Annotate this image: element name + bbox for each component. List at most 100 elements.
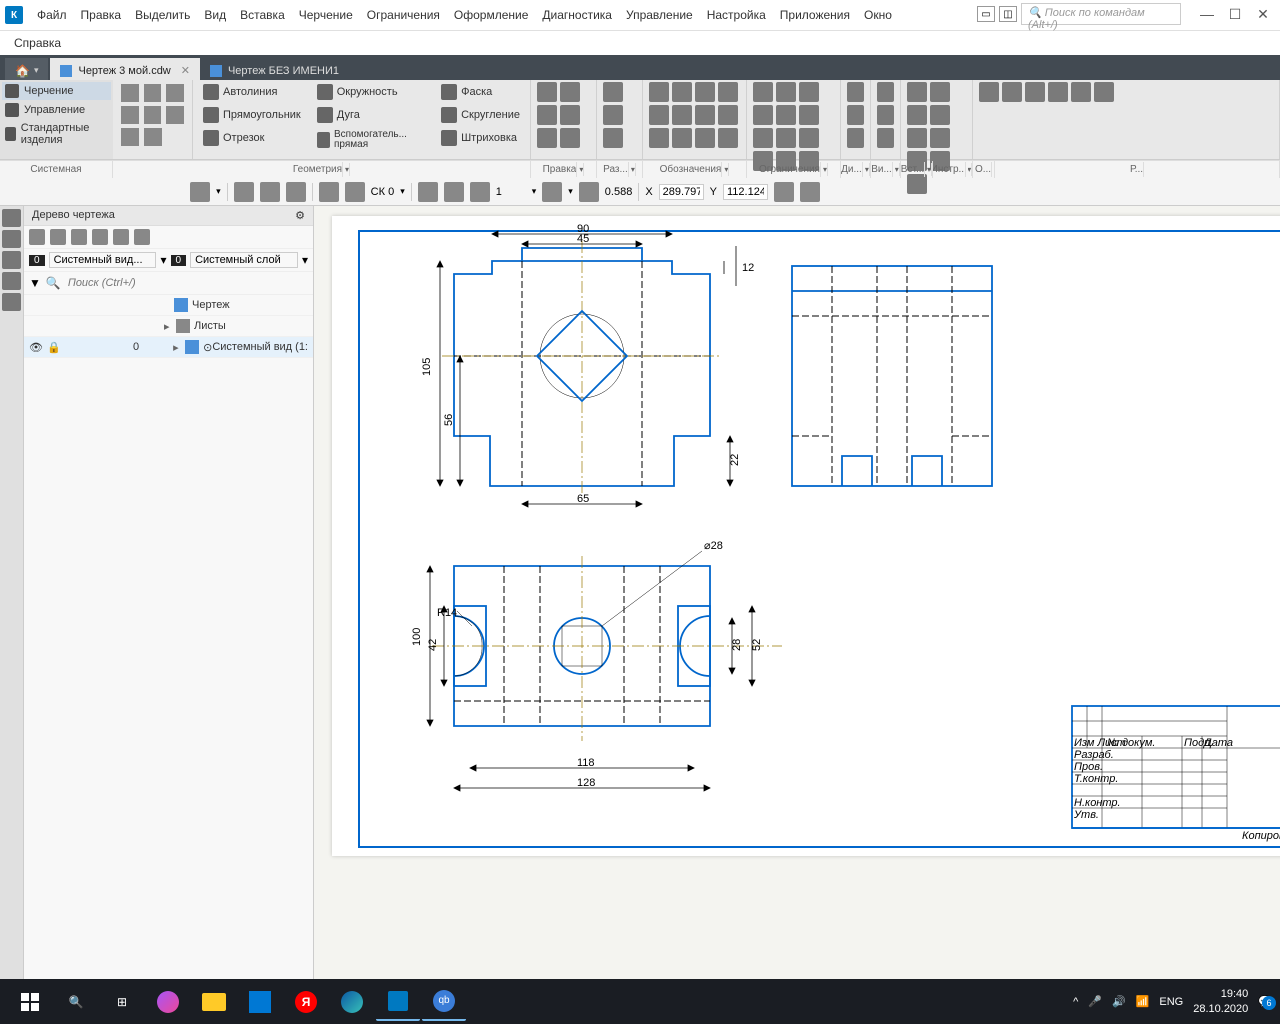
menu-file[interactable]: Файл [31, 4, 73, 26]
tool-rect[interactable]: Прямоугольник [199, 105, 305, 125]
tree-sysview[interactable]: Системный вид (1: [212, 341, 308, 353]
ribbon-icon[interactable] [672, 128, 692, 148]
ribbon-icon[interactable] [776, 105, 796, 125]
new-icon[interactable] [121, 84, 139, 102]
rail-icon[interactable] [2, 272, 21, 290]
ribbon-icon[interactable] [537, 82, 557, 102]
ribbon-icon[interactable] [907, 105, 927, 125]
tool-fillet[interactable]: Скругление [437, 105, 524, 125]
ribbon-icon[interactable] [672, 105, 692, 125]
ribbon-icon[interactable] [718, 105, 738, 125]
store-icon[interactable] [238, 983, 282, 1021]
menu-insert[interactable]: Вставка [234, 4, 291, 26]
expand-icon[interactable]: ▸ [164, 320, 176, 333]
ribbon-icon[interactable] [1025, 82, 1045, 102]
zoom-icon[interactable] [579, 182, 599, 202]
tray-clock[interactable]: 19:4028.10.2020 [1193, 987, 1248, 1016]
ribbon-icon[interactable] [847, 82, 864, 102]
tb-icon[interactable] [29, 229, 45, 245]
ribbon-icon[interactable] [718, 128, 738, 148]
ribbon-icon[interactable] [695, 128, 715, 148]
preview-icon[interactable] [144, 106, 162, 124]
ribbon-icon[interactable] [979, 82, 999, 102]
ribbon-icon[interactable] [930, 82, 950, 102]
ribbon-icon[interactable] [695, 105, 715, 125]
ribbon-icon[interactable] [649, 82, 669, 102]
tray-volume-icon[interactable]: 🔊 [1112, 995, 1126, 1008]
ribbon-icon[interactable] [907, 128, 927, 148]
menu-help[interactable]: Справка [8, 32, 67, 54]
lock-icon[interactable]: 🔒 [47, 341, 65, 354]
ribbon-icon[interactable] [560, 105, 580, 125]
menu-design[interactable]: Оформление [448, 4, 534, 26]
redo-icon[interactable] [144, 128, 162, 146]
filter-icon[interactable]: ▼ [29, 276, 41, 290]
tool-line[interactable]: Отрезок [199, 128, 305, 148]
ribbon-icon[interactable] [695, 82, 715, 102]
view-select[interactable]: Системный вид... [49, 252, 157, 268]
ribbon-icon[interactable] [649, 128, 669, 148]
scale-num[interactable]: 1 [496, 186, 526, 198]
qbit-icon[interactable]: qb [422, 983, 466, 1021]
layout-icon-2[interactable]: ◫ [999, 6, 1017, 22]
drawing-canvas[interactable]: 90 45 12 105 56 22 65 [314, 206, 1280, 979]
save-icon[interactable] [166, 84, 184, 102]
grid-icon[interactable] [319, 182, 339, 202]
ribbon-icon[interactable] [799, 128, 819, 148]
ribbon-icon[interactable] [1048, 82, 1068, 102]
ribbon-icon[interactable] [847, 105, 864, 125]
tool-icon[interactable] [418, 182, 438, 202]
rail-icon[interactable] [2, 293, 21, 311]
undo-icon[interactable] [121, 128, 139, 146]
tray-notifications-icon[interactable]: 💬6 [1258, 995, 1272, 1008]
tool-autoline[interactable]: Автолиния [199, 82, 305, 102]
props-icon[interactable] [166, 106, 184, 124]
zoom-fit-icon[interactable] [542, 182, 562, 202]
mode-std[interactable]: Стандартные изделия [2, 120, 111, 148]
ribbon-icon[interactable] [603, 128, 623, 148]
tool-icon[interactable] [444, 182, 464, 202]
tb-icon[interactable] [92, 229, 108, 245]
ribbon-icon[interactable] [930, 105, 950, 125]
coord-y[interactable] [723, 184, 768, 200]
ribbon-icon[interactable] [537, 128, 557, 148]
ribbon-icon[interactable] [537, 105, 557, 125]
start-button[interactable] [8, 983, 52, 1021]
tool-arc[interactable]: Дуга [313, 105, 429, 125]
ribbon-icon[interactable] [776, 128, 796, 148]
tray-lang[interactable]: ENG [1159, 996, 1183, 1008]
menu-window[interactable]: Окно [858, 4, 898, 26]
close-icon[interactable]: ✕ [181, 64, 190, 77]
tb-icon[interactable] [71, 229, 87, 245]
tab-drawing-2[interactable]: Чертеж БЕЗ ИМЕНИ1 [200, 58, 349, 80]
ribbon-icon[interactable] [672, 82, 692, 102]
ribbon-icon[interactable] [847, 128, 864, 148]
menu-diag[interactable]: Диагностика [536, 4, 618, 26]
maximize-button[interactable]: ☐ [1223, 6, 1247, 23]
tray-mic-icon[interactable]: 🎤 [1088, 995, 1102, 1008]
layout-icon-1[interactable]: ▭ [977, 6, 995, 22]
tb-icon[interactable] [113, 229, 129, 245]
cs-name[interactable]: СК 0 [371, 186, 395, 198]
menu-apps[interactable]: Приложения [774, 4, 856, 26]
menu-manage[interactable]: Управление [620, 4, 699, 26]
ribbon-icon[interactable] [877, 82, 894, 102]
tree-search[interactable] [66, 275, 308, 291]
edge-icon[interactable] [330, 983, 374, 1021]
tool-circle[interactable]: Окружность [313, 82, 429, 102]
tool-chamfer[interactable]: Фаска [437, 82, 524, 102]
ribbon-icon[interactable] [877, 105, 894, 125]
tool-icon[interactable] [190, 182, 210, 202]
tool-icon[interactable] [286, 182, 306, 202]
ribbon-icon[interactable] [799, 82, 819, 102]
tool-icon[interactable] [470, 182, 490, 202]
tb-icon[interactable] [134, 229, 150, 245]
ribbon-icon[interactable] [603, 105, 623, 125]
taskview-icon[interactable]: ⊞ [100, 983, 144, 1021]
layer-select[interactable]: Системный слой [190, 252, 298, 268]
rail-icon[interactable] [2, 230, 21, 248]
tray-chevron-icon[interactable]: ^ [1073, 996, 1078, 1008]
expand-icon[interactable]: ▸ [173, 341, 185, 354]
rail-icon[interactable] [2, 251, 21, 269]
tool-icon[interactable] [234, 182, 254, 202]
